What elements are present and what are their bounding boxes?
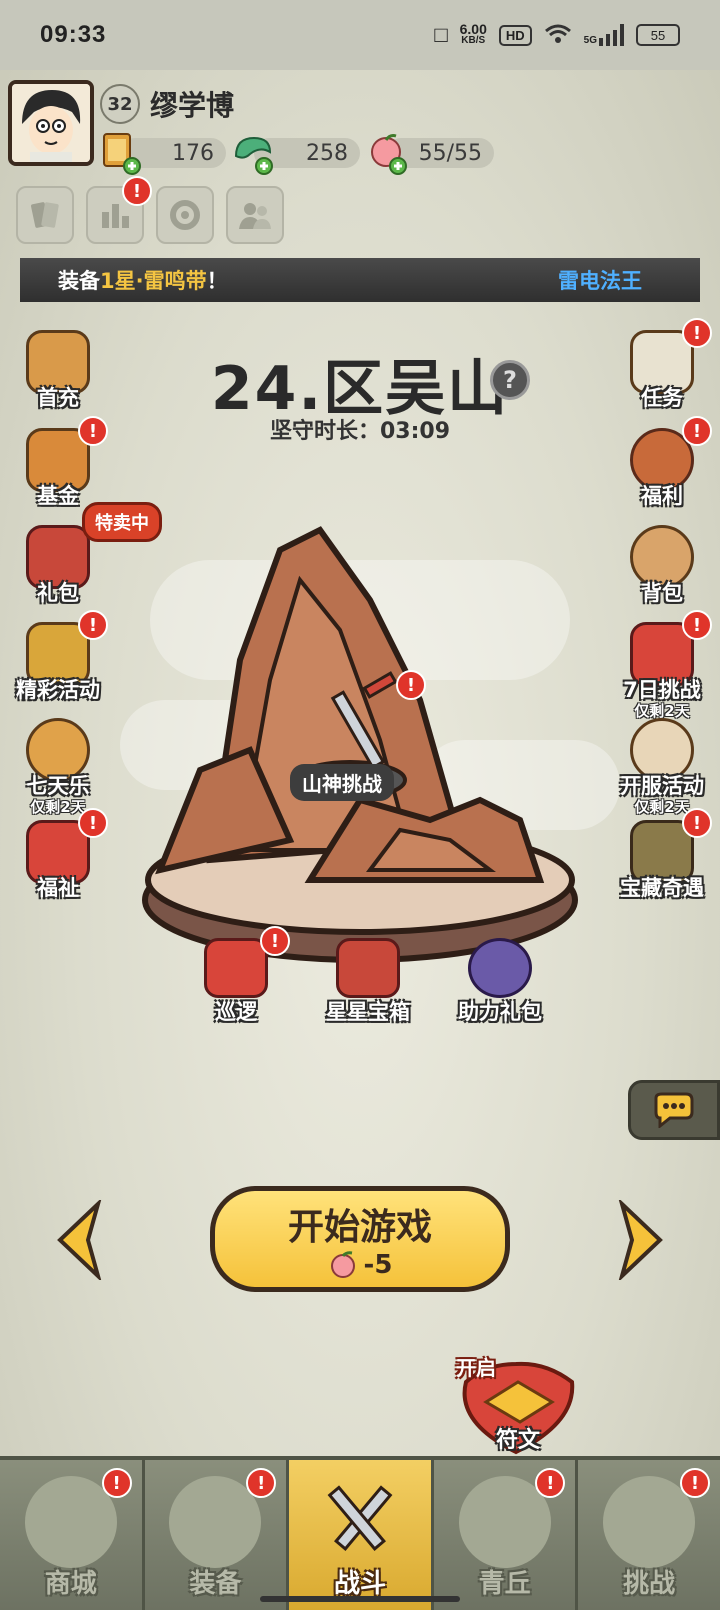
nfc-icon: □ — [434, 22, 448, 47]
on-sale-tag: 特卖中 — [82, 502, 162, 542]
server-event-button[interactable]: 开服活动 仅剩2天 — [612, 718, 712, 816]
benefits-badge: ! — [682, 416, 712, 446]
fund-badge: ! — [78, 416, 108, 446]
ticket-icon[interactable] — [98, 130, 144, 176]
first-charge-button[interactable]: 首充 — [8, 330, 108, 420]
rune-button[interactable]: 开启 符文 — [456, 1352, 586, 1462]
net-speed: 6.00 KB/S — [459, 21, 487, 46]
seven-day-challenge-button[interactable]: 7日挑战 仅剩2天 ! — [612, 610, 712, 720]
chevron-right-icon — [618, 1197, 663, 1283]
patrol-button[interactable]: 巡逻 ! — [176, 926, 296, 1028]
nav-shop-badge: ! — [101, 1468, 132, 1498]
patrol-badge: ! — [260, 926, 290, 956]
start-cost: -5 — [328, 1250, 392, 1280]
clock: 09:33 — [40, 21, 107, 48]
events-badge: ! — [78, 610, 108, 640]
seven-day-challenge-badge: ! — [682, 610, 712, 640]
chat-icon — [654, 1092, 694, 1128]
nav-battle[interactable]: 战斗 — [289, 1460, 434, 1610]
challenge-badge: ! — [396, 670, 426, 700]
flag-icon — [204, 938, 268, 998]
welfare-button[interactable]: 福祉 ! — [8, 808, 108, 910]
backpack-button[interactable]: 背包 — [612, 525, 712, 615]
announcement-marquee: 装备 1星·雷鸣带 ！ 雷电法王 — [20, 258, 700, 302]
mountain-challenge-label[interactable]: 山神挑战 — [290, 764, 394, 801]
star-chest-button[interactable]: 星星宝箱 — [308, 938, 428, 1028]
battery-icon: 55 — [636, 24, 680, 46]
purple-bag-icon — [468, 938, 532, 998]
nav-shop[interactable]: 商城 ! — [0, 1460, 145, 1610]
cards-button[interactable] — [16, 186, 74, 244]
nav-equipment-badge: ! — [246, 1468, 277, 1498]
prev-stage-arrow[interactable] — [54, 1197, 104, 1283]
player-name: 缪学博 — [150, 89, 235, 122]
network-type: 5G — [583, 35, 597, 46]
rune-open-label: 开启 — [456, 1356, 496, 1380]
hd-icon: HD — [498, 24, 532, 46]
nav-challenge-badge: ! — [679, 1468, 710, 1498]
player-level: 32 — [100, 84, 140, 124]
help-icon[interactable]: ? — [490, 360, 530, 400]
ranking-badge: ! — [122, 176, 152, 206]
ranking-icon — [102, 204, 129, 228]
star-chest-icon — [336, 938, 400, 998]
next-stage-arrow[interactable] — [616, 1197, 666, 1283]
chevron-left-icon — [57, 1197, 102, 1283]
settings-button[interactable] — [156, 186, 214, 244]
support-pack-button[interactable]: 助力礼包 — [440, 938, 560, 1028]
home-indicator[interactable] — [260, 1596, 460, 1602]
nav-qingqiu-badge: ! — [535, 1468, 566, 1498]
bottom-nav: 商城 ! 装备 ! 战斗 青丘 ! 挑战 ! — [0, 1456, 720, 1610]
peach-icon[interactable] — [364, 130, 410, 176]
signal-icon — [599, 24, 624, 46]
start-game-label: 开始游戏 — [287, 1207, 432, 1248]
status-bar: 09:33 □ 6.00 KB/S HD 5G 55 — [0, 0, 720, 70]
friends-icon — [239, 203, 271, 229]
welfare-badge: ! — [78, 808, 108, 838]
treasure-button[interactable]: 宝藏奇遇 ! — [612, 808, 712, 910]
gear-icon — [170, 200, 200, 230]
seven-day-button[interactable]: 七天乐 仅剩2天 — [8, 718, 108, 816]
benefits-button[interactable]: 福利 ! — [612, 416, 712, 518]
ranking-button[interactable]: ! — [86, 176, 152, 244]
jade-icon[interactable] — [230, 130, 276, 176]
wifi-icon — [544, 23, 572, 48]
rune-label: 符文 — [496, 1428, 541, 1453]
nav-qingqiu[interactable]: 青丘 ! — [434, 1460, 579, 1610]
nav-challenge[interactable]: 挑战 ! — [578, 1460, 720, 1610]
nav-equipment[interactable]: 装备 ! — [145, 1460, 290, 1610]
events-button[interactable]: 精彩活动 ! — [8, 610, 108, 712]
player-avatar[interactable] — [8, 80, 94, 166]
tasks-badge: ! — [682, 318, 712, 348]
tasks-button[interactable]: 任务 ! — [612, 318, 712, 420]
cards-icon — [31, 202, 59, 228]
crossed-swords-icon — [314, 1476, 406, 1568]
peach-icon — [330, 1251, 355, 1278]
friends-button[interactable] — [226, 186, 284, 244]
start-game-button[interactable]: 开始游戏 -5 — [210, 1186, 510, 1292]
treasure-badge: ! — [682, 808, 712, 838]
chat-button[interactable] — [628, 1080, 720, 1140]
